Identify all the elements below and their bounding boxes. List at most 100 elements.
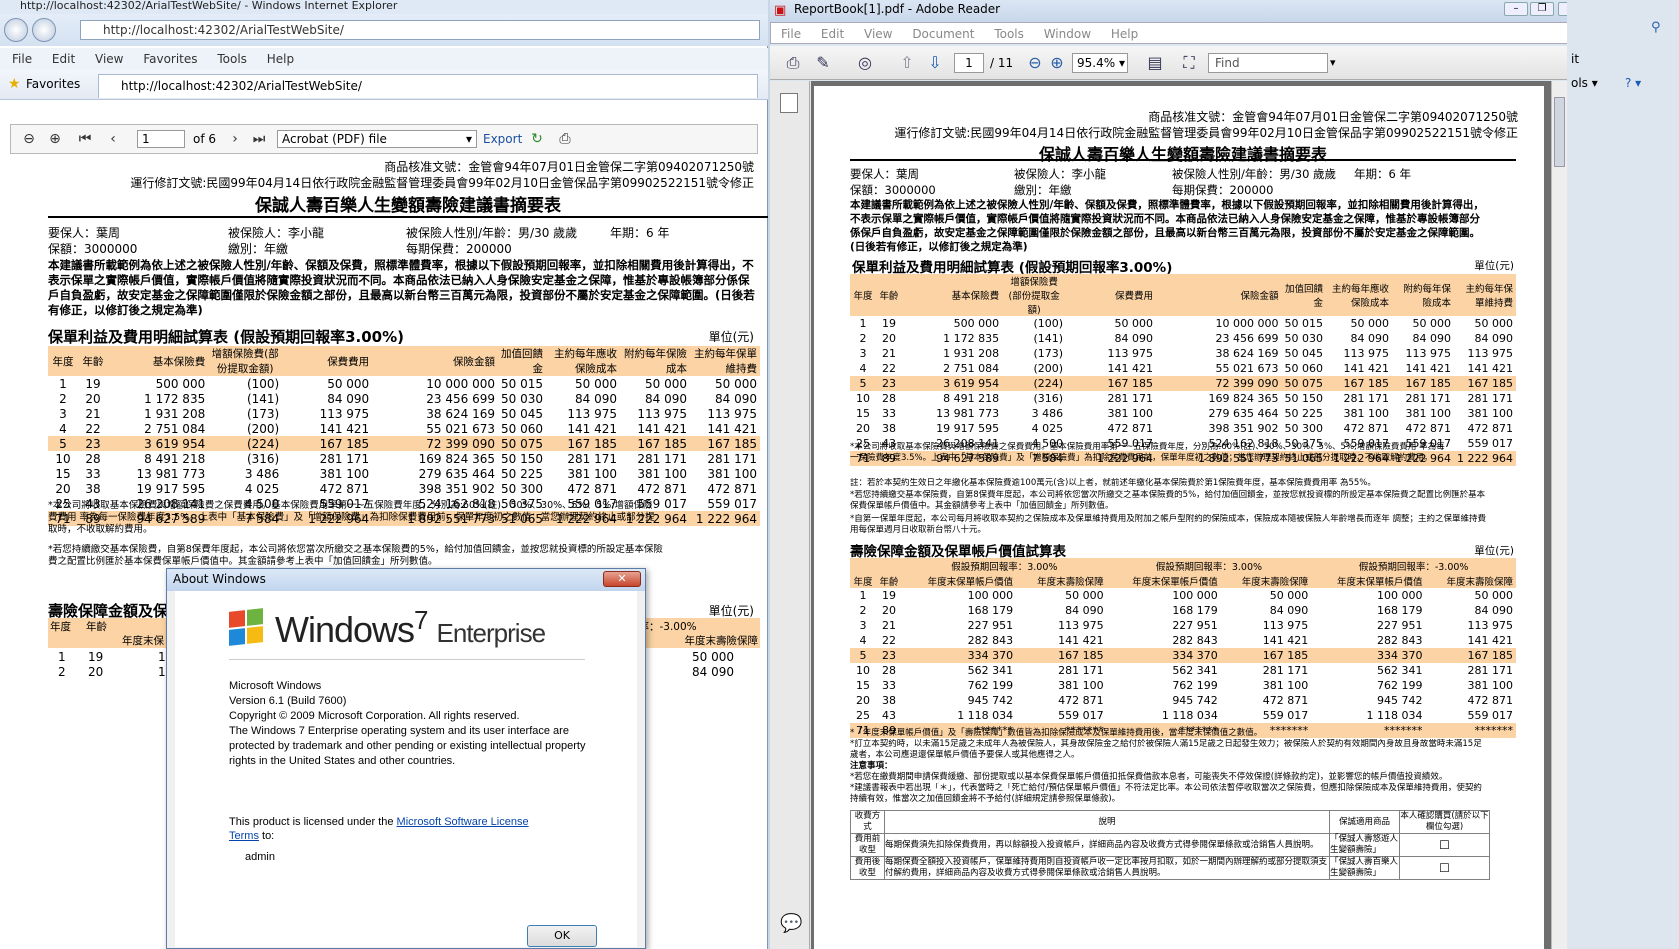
menu-file[interactable]: File xyxy=(12,52,32,66)
menu-help[interactable]: Help xyxy=(1111,27,1138,41)
table-cell: 84 090 xyxy=(327,391,370,406)
rate-header-1: 假設預期回報率：3.00% xyxy=(951,561,1058,573)
col-year: 年度 xyxy=(853,291,873,302)
table-cell: 23 456 699 xyxy=(1215,332,1279,345)
table-cell: 381 100 xyxy=(637,466,687,481)
table-cell: 21 xyxy=(882,619,896,632)
table-cell: 113 975 xyxy=(1058,619,1104,632)
next-page-icon[interactable]: ⇩ xyxy=(924,52,946,74)
table-cell: (100) xyxy=(246,376,280,391)
table-cell: 22 xyxy=(882,634,896,647)
table-row: 費用後收型 每期保費全額投入投資帳戶，保單維持費用則自投資帳戶收一定比率按月扣取… xyxy=(850,856,1490,880)
menu-view[interactable]: View xyxy=(95,52,123,66)
comment-icon[interactable]: 💬 xyxy=(780,913,802,934)
close-icon[interactable]: ✕ xyxy=(603,571,641,587)
last-page-icon[interactable]: ⏭ xyxy=(251,131,267,147)
prev-page-icon[interactable]: ⇧ xyxy=(896,52,918,74)
about-text: Microsoft Windows Version 6.1 (Build 760… xyxy=(229,679,609,769)
confirm-checkbox[interactable]: ☐ xyxy=(1399,856,1490,880)
forward-icon[interactable] xyxy=(32,18,56,42)
back-page-icon[interactable]: ⊖ xyxy=(21,131,37,147)
refresh-icon[interactable]: ↻ xyxy=(529,131,545,147)
forward-page-icon[interactable]: ⊕ xyxy=(47,131,63,147)
pdf-table2-body: 1 19 100 000 50 000 100 000 50 000 100 000 50 0… xyxy=(850,588,1516,738)
table-cell: 141 421 xyxy=(1058,634,1104,647)
menu-tools[interactable]: Tools xyxy=(217,52,247,66)
table-cell: 33 xyxy=(882,679,896,692)
vertical-scrollbar[interactable] xyxy=(1551,81,1567,949)
pdf-table1: 年度 年齡 基本保險費 增額保險費(部份提取金額) 保費費用 保險金額 加值回饋… xyxy=(850,274,1516,466)
search-icon[interactable]: ⚲ xyxy=(1651,20,1661,35)
format-value: Acrobat (PDF) file xyxy=(282,132,387,146)
about-license: This product is licensed under the Micro… xyxy=(229,815,529,843)
next-page-icon[interactable]: › xyxy=(227,131,243,147)
menu-edit[interactable]: Edit xyxy=(821,27,844,41)
format-select[interactable]: Acrobat (PDF) file ▾ xyxy=(277,130,477,148)
table-cell: 2 751 084 xyxy=(943,362,1000,375)
back-icon[interactable] xyxy=(4,18,28,42)
menu-favorites[interactable]: Favorites xyxy=(143,52,197,66)
menu-document[interactable]: Document xyxy=(912,27,974,41)
fit-page-icon[interactable]: ▤ xyxy=(1144,52,1166,74)
pdf-amount: 保額：3000000 xyxy=(850,183,936,197)
zoom-out-icon[interactable]: ⊖ xyxy=(1024,52,1046,74)
table-cell: 113 975 xyxy=(637,406,687,421)
pages-panel-icon[interactable] xyxy=(780,93,798,113)
table-cell: 281 171 xyxy=(319,451,370,466)
table-cell: 2 xyxy=(59,391,67,406)
help-icon[interactable]: ? ▾ xyxy=(1625,76,1641,90)
favorites-button[interactable]: Favorites xyxy=(26,77,80,91)
zoom-in-icon[interactable]: ⊕ xyxy=(1046,52,1068,74)
address-input[interactable]: http://localhost:42302/ArialTestWebSite/ xyxy=(80,20,760,40)
page-total: / 11 xyxy=(990,56,1014,70)
menu-edit[interactable]: Edit xyxy=(52,52,75,66)
confirm-checkbox[interactable]: ☐ xyxy=(1399,833,1490,857)
table-cell: 3 xyxy=(59,406,67,421)
maximize-icon[interactable]: ❐ xyxy=(1530,2,1554,16)
table-cell: 50 030 xyxy=(501,391,543,406)
menu-help[interactable]: Help xyxy=(267,52,294,66)
fee-col-confirm: 本人確認購買(請於以下欄位勾選) xyxy=(1399,810,1490,834)
menu-file[interactable]: File xyxy=(781,27,801,41)
scrollbar-thumb[interactable] xyxy=(1554,97,1565,167)
minimize-icon[interactable]: – xyxy=(1504,2,1528,16)
menu-window[interactable]: Window xyxy=(1044,27,1091,41)
table-cell: 472 871 xyxy=(1405,422,1452,435)
table-cell: 1 172 835 xyxy=(943,332,1000,345)
share-icon[interactable]: ◎ xyxy=(854,52,876,74)
table-cell: 381 100 xyxy=(567,466,617,481)
table-cell: 381 100 xyxy=(319,466,370,481)
page-number-input[interactable]: 1 xyxy=(954,53,984,73)
fit-width-icon[interactable]: ⛶ xyxy=(1178,52,1200,74)
note-line: *若您在繳費期間申請保費緩繳、部份提取或以基本保費保單帳戶價值扣抵保費借款本息者… xyxy=(850,772,1448,782)
col-extra: 增額保險費(部份提取金額) xyxy=(211,348,279,375)
table-cell: 10 000 000 xyxy=(1215,317,1279,330)
bg-tools-fragment[interactable]: ols ▾ xyxy=(1571,76,1598,90)
col-age: 年齡 xyxy=(879,576,899,588)
table-cell: 84 090 xyxy=(1412,332,1452,345)
table-cell: 50 300 xyxy=(501,481,543,496)
table-cell: 167 185 xyxy=(1107,377,1154,390)
export-link[interactable]: Export xyxy=(483,132,522,146)
menu-view[interactable]: View xyxy=(864,27,892,41)
chevron-down-icon: ▾ xyxy=(1118,56,1125,70)
find-dropdown-icon[interactable]: ▾ xyxy=(1330,56,1336,69)
zoom-select[interactable]: 95.4% ▾ xyxy=(1072,53,1128,73)
table-cell: 84 090 xyxy=(1065,604,1104,617)
prev-page-icon[interactable]: ‹ xyxy=(105,131,121,147)
first-page-icon[interactable]: ⏮ xyxy=(77,131,93,147)
pdf-notes2: *「年度末保單帳戶價值」及「壽險保障」數值皆為扣除保險成本及保單維持費用後，當年… xyxy=(850,728,1490,805)
create-pdf-icon[interactable]: ✎ xyxy=(812,52,834,74)
find-input[interactable]: Find xyxy=(1208,53,1328,73)
pdf-footnote-2: 註：若於本契約生效日之年繳化基本保險費逾100萬元(含)以上者，就前述年繳化基本… xyxy=(850,478,1376,488)
tab-current[interactable]: http://localhost:42302/ArialTestWebSite/ xyxy=(98,74,758,98)
menu-tools[interactable]: Tools xyxy=(994,27,1024,41)
table-cell: 1 172 835 xyxy=(144,391,206,406)
page-number-input[interactable]: 1 xyxy=(137,130,185,148)
table-cell: 472 871 xyxy=(1058,694,1104,707)
print-icon[interactable]: ⎙ xyxy=(782,52,804,74)
table-cell: 381 100 xyxy=(1343,407,1390,420)
table-cell: 167 185 xyxy=(567,436,617,451)
print-icon[interactable]: ⎙ xyxy=(557,131,573,147)
ok-button[interactable]: OK xyxy=(527,925,597,947)
